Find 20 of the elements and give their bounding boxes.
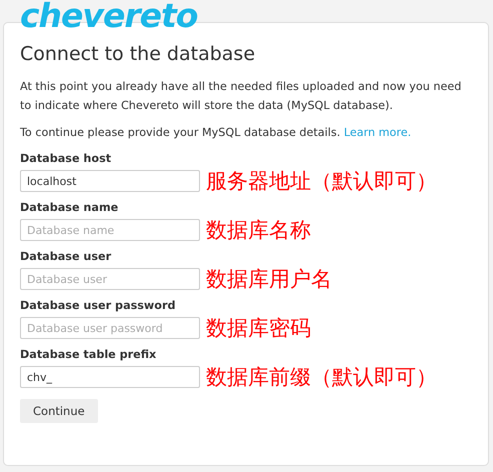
continue-button[interactable]: Continue: [20, 399, 98, 423]
field-label: Database table prefix: [20, 348, 158, 361]
page-title: Connect to the database: [20, 43, 256, 65]
intro-text: At this point you already have all the needed files uploaded and now you need to indicate where Chevereto will store the data (MySQL database).: [20, 79, 462, 114]
input-field[interactable]: Database name: [20, 219, 200, 241]
annotation-text: 服务器地址（默认即可）: [206, 168, 437, 195]
annotation-text: 数据库密码: [206, 315, 311, 342]
input-field[interactable]: Database user: [20, 268, 200, 290]
logo: chevereto: [20, 0, 198, 37]
field-label: Database user password: [20, 299, 176, 312]
annotation-text: 数据库前缀（默认即可）: [206, 364, 437, 391]
input-field[interactable]: localhost: [20, 170, 200, 192]
annotation-text: 数据库名称: [206, 217, 311, 244]
details-text: To continue please provide your MySQL database details.: [20, 126, 340, 139]
field-label: Database name: [20, 201, 120, 214]
input-field[interactable]: Database user password: [20, 317, 200, 339]
field-label: Database host: [20, 152, 112, 165]
annotation-text: 数据库用户名: [206, 266, 332, 293]
field-label: Database user: [20, 250, 112, 263]
input-field[interactable]: chv_: [20, 366, 200, 388]
